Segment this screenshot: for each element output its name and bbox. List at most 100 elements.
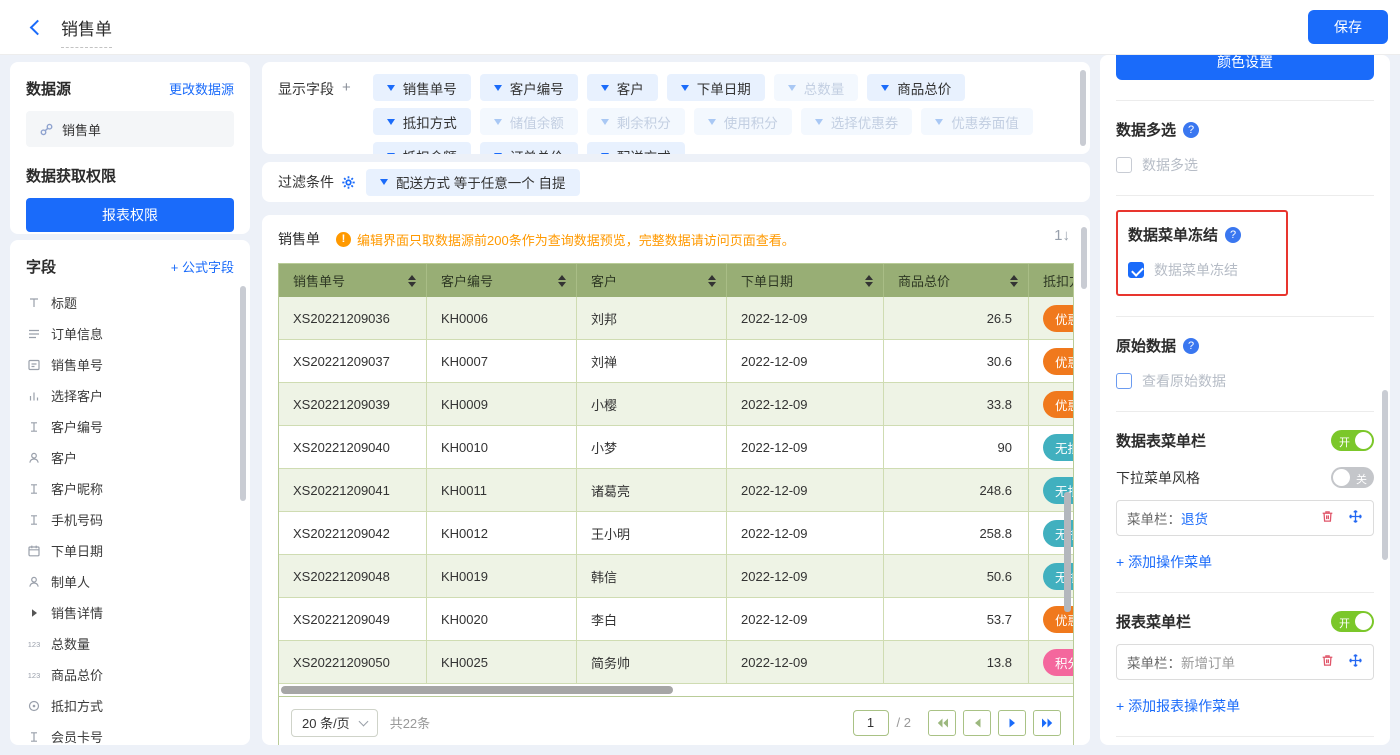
table-row[interactable]: XS20221209039 KH0009 小樱 2022-12-09 33.8 … (279, 383, 1073, 426)
table-vertical-scrollbar[interactable] (1064, 492, 1071, 612)
sort-order-icon[interactable]: 1↓ (1054, 227, 1070, 244)
field-item[interactable]: 下单日期 (26, 535, 240, 566)
back-icon[interactable] (30, 19, 46, 35)
field-item[interactable]: 抵扣方式 (26, 690, 240, 721)
help-icon[interactable] (1225, 227, 1241, 243)
checkbox-checked[interactable] (1128, 262, 1144, 278)
sort-arrows-icon[interactable] (408, 275, 416, 287)
field-item[interactable]: 手机号码 (26, 504, 240, 535)
menu-item-value[interactable]: 退货 (1181, 508, 1208, 528)
raw-data-checkbox-row[interactable]: 查看原始数据 (1116, 371, 1374, 391)
checkbox-unchecked[interactable] (1116, 157, 1132, 173)
move-icon[interactable] (1348, 653, 1363, 671)
display-field-chip[interactable]: 销售单号 (373, 74, 471, 101)
sort-arrows-icon[interactable] (1010, 275, 1018, 287)
fields-scrollbar[interactable] (240, 286, 246, 501)
table-horizontal-scrollbar[interactable] (281, 686, 673, 694)
field-item[interactable]: 客户编号 (26, 411, 240, 442)
chips-scrollbar[interactable] (1080, 70, 1086, 146)
page-title[interactable]: 销售单 (61, 15, 112, 48)
change-datasource-link[interactable]: 更改数据源 (169, 79, 234, 98)
menu-freeze-checkbox-row[interactable]: 数据菜单冻结 (1128, 260, 1276, 280)
display-field-chip[interactable]: 剩余积分 (587, 108, 685, 135)
table-row[interactable]: XS20221209040 KH0010 小梦 2022-12-09 90 无抵… (279, 426, 1073, 469)
table-row[interactable]: XS20221209042 KH0012 王小明 2022-12-09 258.… (279, 512, 1073, 555)
menu-item-value[interactable]: 新增订单 (1181, 652, 1235, 672)
dropdown-style-toggle[interactable]: 关 (1331, 467, 1374, 488)
first-page-button[interactable] (928, 710, 956, 736)
formula-field-link[interactable]: + 公式字段 (171, 257, 234, 276)
field-item[interactable]: 标题 (26, 287, 240, 318)
add-action-menu-link[interactable]: + 添加操作菜单 (1116, 552, 1374, 572)
field-item[interactable]: 销售单号 (26, 349, 240, 380)
table-row[interactable]: XS20221209041 KH0011 诸葛亮 2022-12-09 248.… (279, 469, 1073, 512)
sort-arrows-icon[interactable] (708, 275, 716, 287)
display-field-chip[interactable]: 储值余额 (480, 108, 578, 135)
display-field-chip[interactable]: 总数量 (774, 74, 859, 101)
display-field-chip[interactable]: 客户 (587, 74, 658, 101)
filter-condition-chip[interactable]: 配送方式 等于任意一个 自提 (366, 169, 580, 196)
column-header[interactable]: 抵扣方式 (1029, 264, 1073, 297)
field-item[interactable]: 制单人 (26, 566, 240, 597)
report-menu-item[interactable]: 菜单栏： 新增订单 (1116, 644, 1374, 680)
help-icon[interactable] (1183, 338, 1199, 354)
text-icon (26, 730, 42, 744)
table-row[interactable]: XS20221209049 KH0020 李白 2022-12-09 53.7 … (279, 598, 1073, 641)
field-item[interactable]: 客户 (26, 442, 240, 473)
chevron-down-icon (380, 179, 388, 185)
field-item[interactable]: 123 总数量 (26, 628, 240, 659)
chevron-down-icon (601, 85, 609, 91)
field-item[interactable]: 会员卡号 (26, 721, 240, 745)
save-button[interactable]: 保存 (1308, 10, 1388, 44)
sort-arrows-icon[interactable] (865, 275, 873, 287)
datasource-item[interactable]: 销售单 (26, 111, 234, 147)
table-card-scrollbar[interactable] (1081, 227, 1087, 289)
display-field-chip[interactable]: 选择优惠券 (801, 108, 913, 135)
report-permission-button[interactable]: 报表权限 (26, 198, 234, 232)
display-field-chip[interactable]: 优惠券面值 (921, 108, 1033, 135)
field-item[interactable]: 选择客户 (26, 380, 240, 411)
trash-icon[interactable] (1320, 509, 1335, 527)
field-item[interactable]: 123 商品总价 (26, 659, 240, 690)
display-field-chip[interactable]: 订单总价 (480, 142, 578, 154)
add-report-action-menu-link[interactable]: + 添加报表操作菜单 (1116, 696, 1374, 716)
table-row[interactable]: XS20221209050 KH0025 简务帅 2022-12-09 13.8… (279, 641, 1073, 684)
display-field-chip[interactable]: 抵扣方式 (373, 108, 471, 135)
sort-arrows-icon[interactable] (558, 275, 566, 287)
column-header[interactable]: 销售单号 (279, 264, 427, 297)
field-item[interactable]: 订单信息 (26, 318, 240, 349)
trash-icon[interactable] (1320, 653, 1335, 671)
next-page-button[interactable] (998, 710, 1026, 736)
display-field-chip[interactable]: 下单日期 (667, 74, 765, 101)
display-field-chip[interactable]: 商品总价 (867, 74, 965, 101)
report-menu-toggle[interactable]: 开 (1331, 611, 1374, 632)
field-item[interactable]: 客户昵称 (26, 473, 240, 504)
deduction-badge: 无抵扣 (1043, 434, 1073, 461)
column-header[interactable]: 客户编号 (427, 264, 577, 297)
gear-icon[interactable] (341, 175, 356, 190)
display-field-chip[interactable]: 使用积分 (694, 108, 792, 135)
page-number-input[interactable] (853, 710, 889, 736)
color-settings-button[interactable]: 颜色设置 (1116, 55, 1374, 80)
table-menu-item[interactable]: 菜单栏： 退货 (1116, 500, 1374, 536)
column-header[interactable]: 下单日期 (727, 264, 884, 297)
prev-page-button[interactable] (963, 710, 991, 736)
table-row[interactable]: XS20221209037 KH0007 刘禅 2022-12-09 30.6 … (279, 340, 1073, 383)
help-icon[interactable] (1183, 122, 1199, 138)
table-row[interactable]: XS20221209048 KH0019 韩信 2022-12-09 50.6 … (279, 555, 1073, 598)
display-field-chip[interactable]: 配送方式 (587, 142, 685, 154)
table-row[interactable]: XS20221209036 KH0006 刘邦 2022-12-09 26.5 … (279, 297, 1073, 340)
field-item[interactable]: 销售详情 (26, 597, 240, 628)
add-display-field-button[interactable]: + (342, 79, 351, 154)
column-header[interactable]: 客户 (577, 264, 727, 297)
display-field-chip[interactable]: 客户编号 (480, 74, 578, 101)
checkbox-unchecked[interactable] (1116, 373, 1132, 389)
last-page-button[interactable] (1033, 710, 1061, 736)
display-field-chip[interactable]: 抵扣金额 (373, 142, 471, 154)
settings-scrollbar[interactable] (1382, 390, 1388, 560)
table-menu-toggle[interactable]: 开 (1331, 430, 1374, 451)
page-size-select[interactable]: 20 条/页 (291, 709, 378, 737)
move-icon[interactable] (1348, 509, 1363, 527)
multi-select-checkbox-row[interactable]: 数据多选 (1116, 155, 1374, 175)
column-header[interactable]: 商品总价 (884, 264, 1029, 297)
